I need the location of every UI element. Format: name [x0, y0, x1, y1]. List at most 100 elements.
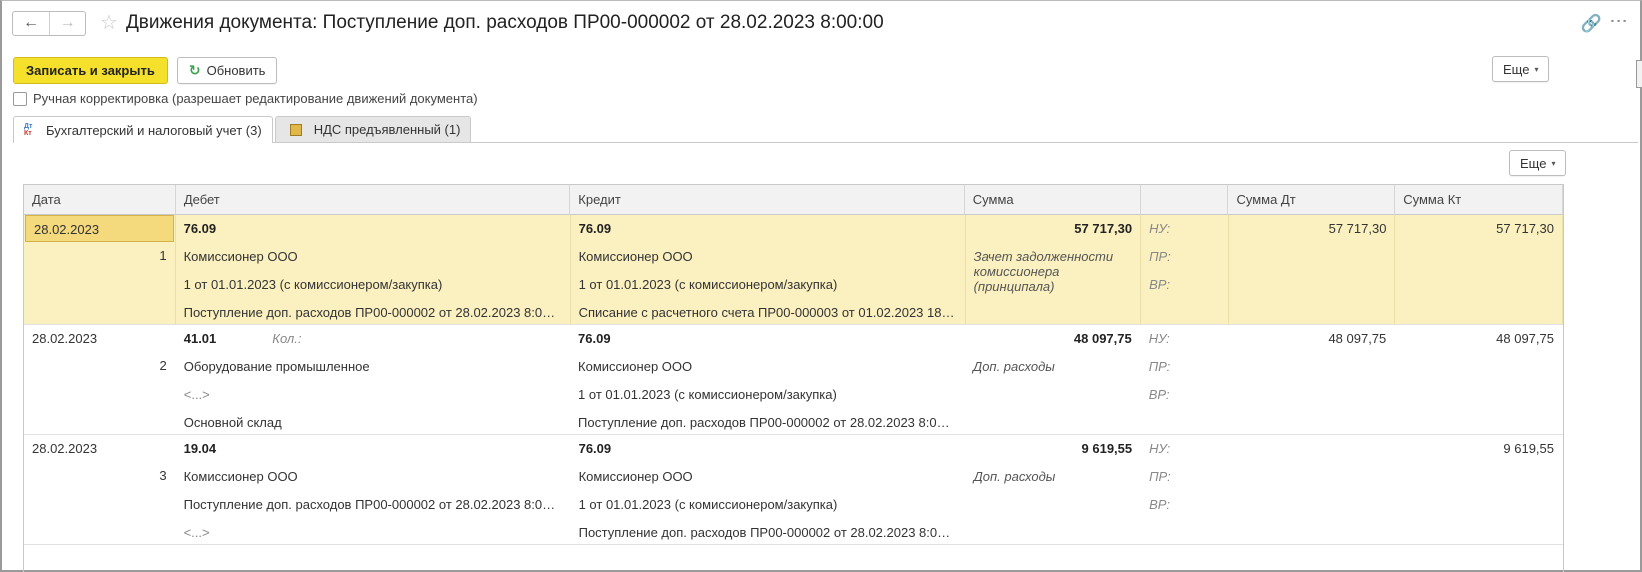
- pr-label: ПР:: [1149, 249, 1171, 264]
- movements-table[interactable]: Дата Дебет Кредит Сумма Сумма Дт Сумма К…: [23, 184, 1564, 572]
- sum-dt-cell[interactable]: 48 097,75: [1229, 325, 1395, 353]
- sum-kt-cell[interactable]: 57 717,30: [1395, 215, 1562, 243]
- command-bar: Записать и закрыть ↻ Обновить: [13, 57, 278, 84]
- content-cell[interactable]: Зачет задолженности комиссионера (принци…: [966, 243, 1141, 294]
- save-and-close-button[interactable]: Записать и закрыть: [13, 57, 168, 84]
- quantity-label: Кол.:: [272, 331, 302, 346]
- debit-account[interactable]: 19.04: [176, 435, 570, 463]
- header-sum-kt[interactable]: Сумма Кт: [1395, 185, 1563, 215]
- nu-label: НУ:: [1148, 331, 1170, 346]
- table-header: Дата Дебет Кредит Сумма Сумма Дт Сумма К…: [24, 185, 1563, 215]
- credit-subconto-3[interactable]: Списание с расчетного счета ПР00-000003 …: [571, 299, 965, 327]
- row-number: 3: [159, 468, 167, 483]
- credit-subconto-2[interactable]: 1 от 01.01.2023 (с комиссионером/закупка…: [571, 491, 965, 519]
- debit-subconto-2[interactable]: 1 от 01.01.2023 (с комиссионером/закупка…: [176, 271, 570, 299]
- credit-account[interactable]: 76.09: [570, 325, 964, 353]
- credit-column: 76.09 Комиссионер ООО 1 от 01.01.2023 (с…: [571, 215, 966, 325]
- more-actions-button[interactable]: Еще ▾: [1492, 56, 1550, 82]
- sum-dt-cell[interactable]: 57 717,30: [1229, 215, 1395, 243]
- header-sum-dt[interactable]: Сумма Дт: [1228, 185, 1396, 215]
- nu-label: НУ:: [1149, 221, 1171, 236]
- debit-subconto-1[interactable]: Оборудование промышленное: [176, 353, 569, 381]
- credit-subconto-3[interactable]: Поступление доп. расходов ПР00-000002 от…: [571, 519, 965, 547]
- debit-account-line[interactable]: 41.01 Кол.:: [176, 325, 569, 353]
- credit-subconto-2[interactable]: 1 от 01.01.2023 (с комиссионером/закупка…: [571, 271, 965, 299]
- date-cell[interactable]: 28.02.2023: [25, 215, 174, 242]
- pr-label: ПР:: [1149, 469, 1171, 484]
- debit-subconto-3[interactable]: Основной склад: [176, 409, 569, 437]
- header-amount[interactable]: Сумма: [965, 185, 1141, 215]
- header-date[interactable]: Дата: [24, 185, 176, 215]
- chevron-down-icon: ▾: [1534, 64, 1539, 74]
- debit-subconto-2[interactable]: Поступление доп. расходов ПР00-000002 от…: [176, 491, 570, 519]
- debit-subconto-3[interactable]: Поступление доп. расходов ПР00-000002 от…: [176, 299, 570, 327]
- credit-account[interactable]: 76.09: [571, 435, 965, 463]
- date-cell[interactable]: 28.02.2023: [24, 325, 175, 352]
- sum-dt-cell[interactable]: [1229, 435, 1395, 463]
- table-row[interactable]: 28.02.2023 1 76.09 Комиссионер ООО 1 от …: [24, 215, 1563, 325]
- amount-cell[interactable]: 48 097,75: [965, 325, 1140, 353]
- debit-subconto-1[interactable]: Комиссионер ООО: [176, 463, 570, 491]
- credit-subconto-1[interactable]: Комиссионер ООО: [570, 353, 964, 381]
- vr-label: ВР:: [1149, 277, 1170, 292]
- table-row[interactable]: 28.02.2023 3 19.04 Комиссионер ООО Посту…: [24, 435, 1563, 545]
- link-icon[interactable]: 🔗: [1581, 14, 1602, 34]
- credit-subconto-2[interactable]: 1 от 01.01.2023 (с комиссионером/закупка…: [570, 381, 964, 409]
- credit-subconto-1[interactable]: Комиссионер ООО: [571, 243, 965, 271]
- tax-labels-column: НУ: ПР: ВР:: [1141, 435, 1229, 545]
- back-icon[interactable]: ←: [13, 12, 49, 35]
- chevron-down-icon: ▾: [1551, 158, 1556, 168]
- sum-kt-column: 57 717,30: [1395, 215, 1563, 325]
- debit-column: 76.09 Комиссионер ООО 1 от 01.01.2023 (с…: [176, 215, 571, 325]
- refresh-button[interactable]: ↻ Обновить: [176, 57, 278, 84]
- debit-subconto-2[interactable]: <...>: [176, 381, 569, 409]
- refresh-icon: ↻: [188, 62, 201, 78]
- date-column: 28.02.2023 3: [24, 435, 176, 545]
- header-blank[interactable]: [1141, 185, 1229, 215]
- sum-dt-column: 57 717,30: [1229, 215, 1396, 325]
- table-row[interactable]: 28.02.2023 2 41.01 Кол.: Оборудование про…: [24, 325, 1563, 435]
- debit-column: 41.01 Кол.: Оборудование промышленное <..…: [176, 325, 570, 435]
- title-bar: ← → ☆ Движения документа: Поступление до…: [12, 10, 884, 36]
- manual-edit-label[interactable]: Ручная корректировка (разрешает редактир…: [33, 91, 478, 106]
- date-column: 28.02.2023 2: [24, 325, 176, 435]
- sum-kt-cell[interactable]: 48 097,75: [1395, 325, 1562, 353]
- amount-cell[interactable]: 9 619,55: [966, 435, 1141, 463]
- manual-edit-row: Ручная корректировка (разрешает редактир…: [13, 91, 478, 106]
- sum-kt-cell[interactable]: 9 619,55: [1395, 435, 1562, 463]
- row-number: 2: [159, 358, 167, 373]
- credit-column: 76.09 Комиссионер ООО 1 от 01.01.2023 (с…: [570, 325, 965, 435]
- credit-subconto-3[interactable]: Поступление доп. расходов ПР00-000002 от…: [570, 409, 964, 437]
- more-vertical-icon[interactable]: ⋮: [1609, 12, 1629, 29]
- panel-edge: [1636, 60, 1642, 88]
- pr-label: ПР:: [1148, 359, 1171, 374]
- header-debit[interactable]: Дебет: [176, 185, 571, 215]
- tab-label: Бухгалтерский и налоговый учет (3): [46, 122, 262, 138]
- tab-label: НДС предъявленный (1): [313, 122, 461, 137]
- grid-more-button[interactable]: Еще ▾: [1509, 150, 1567, 176]
- tab-accounting[interactable]: Дт Кт Бухгалтерский и налоговый учет (3): [13, 116, 273, 143]
- credit-account[interactable]: 76.09: [571, 215, 965, 243]
- row-number: 1: [159, 248, 167, 263]
- tab-vat[interactable]: НДС предъявленный (1): [274, 116, 472, 142]
- content-cell[interactable]: Доп. расходы: [966, 463, 1141, 491]
- date-cell[interactable]: 28.02.2023: [24, 435, 175, 462]
- document-icon: [289, 123, 302, 136]
- debit-account[interactable]: 76.09: [176, 215, 570, 243]
- debit-column: 19.04 Комиссионер ООО Поступление доп. р…: [176, 435, 571, 545]
- credit-subconto-1[interactable]: Комиссионер ООО: [571, 463, 965, 491]
- more-label: Еще: [1503, 61, 1530, 77]
- debit-subconto-1[interactable]: Комиссионер ООО: [176, 243, 570, 271]
- debit-subconto-3[interactable]: <...>: [176, 519, 570, 547]
- manual-edit-checkbox[interactable]: [13, 91, 27, 106]
- forward-icon[interactable]: →: [49, 11, 85, 35]
- header-credit[interactable]: Кредит: [570, 185, 965, 215]
- tab-bar: Дт Кт Бухгалтерский и налоговый учет (3)…: [13, 116, 472, 143]
- favorite-star-icon[interactable]: ☆: [100, 13, 118, 33]
- sum-kt-column: 48 097,75: [1395, 325, 1563, 435]
- nu-label: НУ:: [1149, 441, 1171, 456]
- content-cell[interactable]: Доп. расходы: [965, 353, 1140, 381]
- sum-dt-column: [1229, 435, 1396, 545]
- vr-label: ВР:: [1149, 497, 1170, 512]
- amount-cell[interactable]: 57 717,30: [966, 215, 1141, 243]
